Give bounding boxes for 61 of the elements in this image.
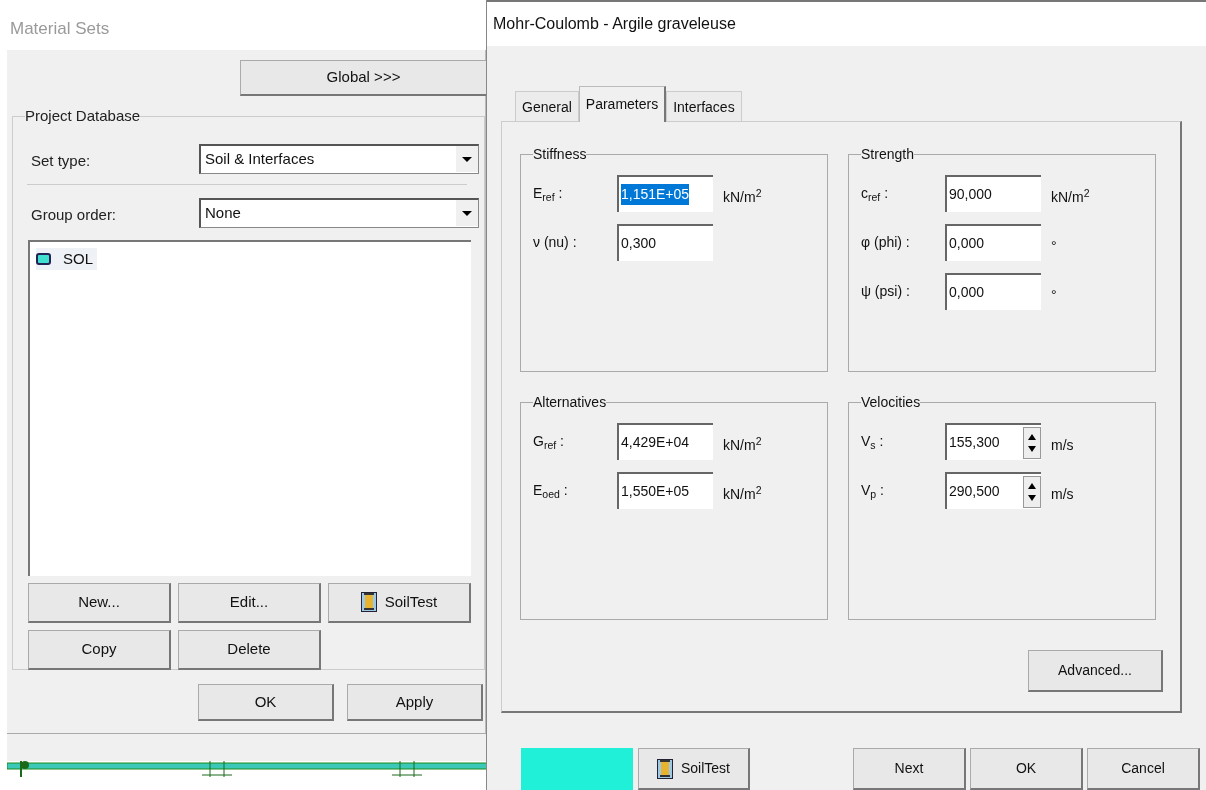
soiltest-button[interactable]: SoilTest [638, 748, 750, 790]
action-button[interactable]: Edit... [178, 582, 321, 623]
input-field[interactable]: 1,550E+05 [617, 472, 713, 509]
input-field[interactable]: 0,300 [617, 224, 713, 261]
field-label: G$_{ref}$ : [533, 432, 565, 452]
dropdown-value: None [205, 202, 241, 223]
input-field[interactable]: 90,000 [945, 175, 1041, 212]
ok-button[interactable]: OK [198, 684, 334, 721]
field-label: V$_{s}$ : [861, 432, 885, 452]
advanced-button[interactable]: Advanced... [1028, 650, 1163, 692]
unit-label: m/s [1051, 436, 1074, 455]
tab[interactable]: Interfaces [666, 91, 742, 122]
field-label: ν (nu) : [533, 233, 578, 252]
field-label: φ (phi) : [861, 233, 911, 252]
action-button[interactable]: Copy [28, 629, 171, 670]
group-title: Project Database [25, 106, 141, 126]
field-label: c$_{ref}$ : [861, 184, 890, 204]
group-title: Stiffness [533, 145, 587, 164]
group-title: Strength [861, 145, 914, 164]
input-field[interactable]: 0,000 [945, 273, 1041, 310]
input-field[interactable]: 155,300 [945, 423, 1041, 460]
soiltest-button[interactable]: SoilTest [328, 582, 471, 623]
input-field[interactable]: 290,500 [945, 472, 1041, 509]
global-button[interactable]: Global >>> [240, 60, 488, 96]
group-title: Alternatives [533, 393, 607, 412]
field-label: E$_{oed}$ : [533, 481, 569, 501]
ok-button[interactable]: OK [970, 748, 1083, 790]
window-title: Material Sets [10, 18, 110, 40]
spinner-icon[interactable] [1023, 475, 1041, 508]
material-color-button[interactable] [521, 748, 633, 790]
dropdown[interactable]: None [199, 197, 479, 228]
field-label: ψ (psi) : [861, 282, 911, 301]
input-field[interactable]: 1,151E+05 [617, 175, 713, 212]
next-button[interactable]: Next [853, 748, 966, 790]
field-label: Group order: [31, 204, 117, 225]
field-label: V$_{p}$ : [861, 481, 885, 501]
unit-label: ° [1051, 237, 1057, 256]
apply-button[interactable]: Apply [347, 684, 483, 721]
dropdown-value: Soil & Interfaces [205, 148, 315, 169]
field-label: Set type: [31, 150, 91, 171]
cylinder-icon [657, 758, 673, 779]
unit-label: m/s [1051, 485, 1074, 504]
input-field[interactable]: 4,429E+04 [617, 423, 713, 460]
unit-label: kN/m$^{2}$ [723, 187, 762, 207]
unit-label: kN/m$^{2}$ [723, 484, 762, 504]
field-label: E$_{ref}$ : [533, 184, 564, 204]
input-field[interactable]: 0,000 [945, 224, 1041, 261]
tab[interactable]: Parameters [578, 86, 667, 122]
spinner-icon[interactable] [1023, 426, 1041, 459]
list-item[interactable]: SOL [36, 247, 97, 270]
cancel-button[interactable]: Cancel [1087, 748, 1200, 790]
action-button[interactable]: New... [28, 582, 171, 623]
tab[interactable]: General [515, 91, 579, 122]
action-button[interactable]: Delete [178, 629, 321, 670]
cylinder-icon [360, 592, 377, 612]
dropdown[interactable]: Soil & Interfaces [199, 143, 479, 174]
group-title: Velocities [861, 393, 921, 412]
unit-label: kN/m$^{2}$ [723, 435, 762, 455]
unit-label: ° [1051, 286, 1057, 305]
unit-label: kN/m$^{2}$ [1051, 187, 1090, 207]
window-title: Mohr-Coulomb - Argile graveleuse [493, 14, 736, 34]
